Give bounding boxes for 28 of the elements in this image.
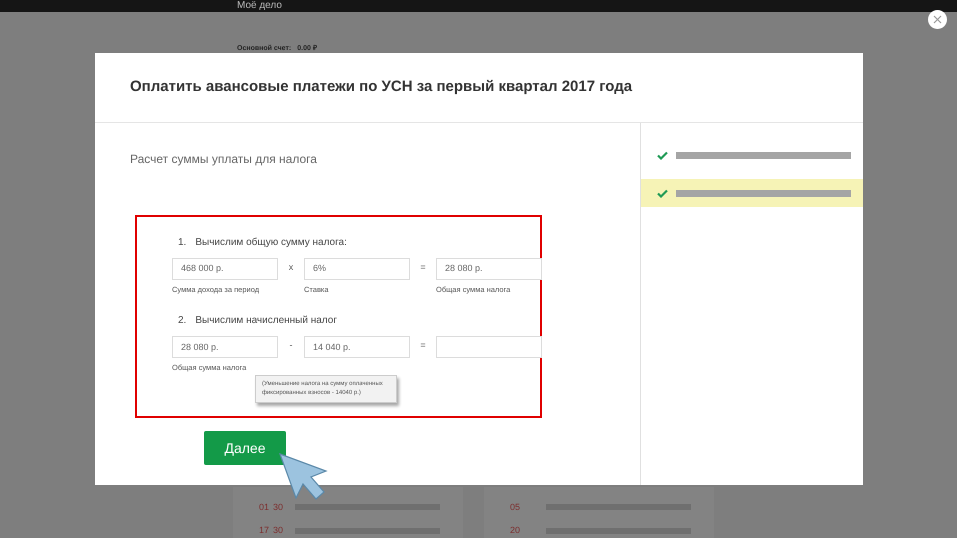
date-end: 30 [273, 524, 284, 537]
step-number: 2. [178, 314, 186, 328]
cursor-arrow-icon [278, 452, 330, 502]
input-field[interactable]: 6% [304, 258, 410, 280]
operator-sign: - [288, 339, 294, 352]
progress-step[interactable] [641, 179, 863, 207]
input-field[interactable]: 14 040 р. [304, 336, 410, 358]
step-number: 1. [178, 236, 186, 250]
operator-sign: = [419, 261, 427, 274]
dialog-title: Оплатить авансовые платежи по УСН за первый квартал 2017 года [130, 77, 632, 98]
step-title: Вычислим общую сумму налога: [195, 236, 347, 250]
input-field[interactable] [436, 336, 542, 358]
close-button[interactable] [928, 10, 947, 29]
section-title: Расчет суммы уплаты для налога [130, 151, 318, 168]
input-field[interactable]: 28 080 р. [172, 336, 278, 358]
operator-sign: x [288, 261, 294, 274]
step-title: Вычислим начисленный налог [195, 314, 337, 328]
next-button[interactable]: Далее [204, 431, 286, 465]
input-field[interactable]: 28 080 р. [436, 258, 542, 280]
date-start: 17 [259, 524, 270, 537]
app-title: Моё дело [237, 1, 282, 11]
input-field[interactable]: 468 000 р. [172, 258, 278, 280]
date-start: 05 [510, 500, 520, 514]
close-icon [933, 15, 942, 24]
operator-sign: = [419, 339, 427, 352]
date-start: 20 [510, 524, 520, 537]
date-start: 01 [259, 500, 270, 514]
date-end: 30 [273, 500, 284, 514]
